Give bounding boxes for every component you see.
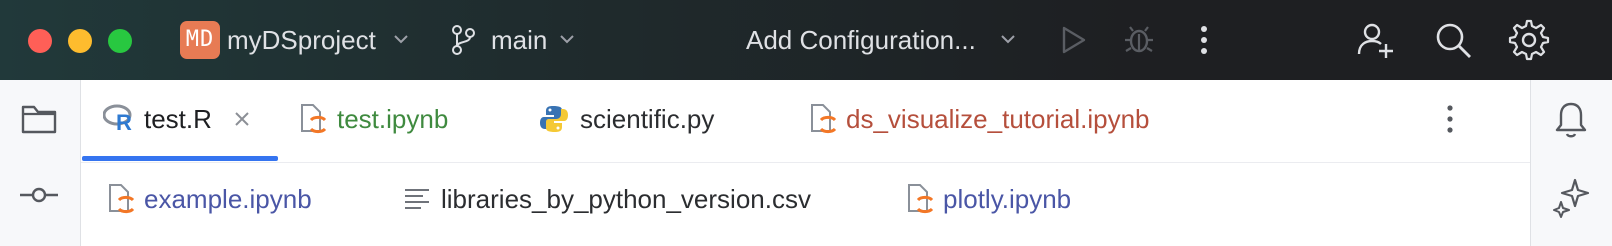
chevron-down-icon[interactable] [558,30,576,48]
settings-icon[interactable] [1508,19,1550,61]
more-vertical-icon[interactable] [1197,22,1211,58]
title-bar: MD myDSproject main Add Configuration... [0,0,1612,80]
search-icon[interactable] [1433,20,1473,60]
tab-label: scientific.py [580,104,715,134]
jupyter-file-icon [811,104,836,134]
svg-text:R: R [116,110,132,132]
close-window-button[interactable] [28,29,52,53]
editor-tabs: R test.R test.ipynb scientific.py ds_vis… [81,80,1530,246]
debug-icon[interactable] [1122,22,1156,56]
tab-label: ds_visualize_tutorial.ipynb [846,104,1150,134]
right-tool-window-bar [1530,80,1612,246]
minimize-window-button[interactable] [68,29,92,53]
tab-row-divider [81,162,1530,163]
add-user-icon[interactable] [1356,20,1396,60]
tab-label: libraries_by_python_version.csv [441,184,811,214]
text-file-icon [405,189,429,209]
project-name[interactable]: myDSproject [227,22,376,58]
tab-label: test.ipynb [337,104,449,134]
ai-assistant-icon[interactable] [1551,176,1591,218]
zoom-window-button[interactable] [108,29,132,53]
project-badge[interactable]: MD [180,21,220,59]
active-tab-indicator [82,156,278,161]
left-tool-window-bar [0,80,81,246]
python-file-icon [540,106,568,132]
branch-icon[interactable] [450,24,476,56]
run-configuration[interactable]: Add Configuration... [746,22,976,58]
notifications-icon[interactable] [1553,100,1589,140]
folder-icon[interactable] [20,102,58,136]
tab-label: test.R [144,104,212,134]
chevron-down-icon[interactable] [999,30,1017,48]
chevron-down-icon[interactable] [392,30,410,48]
commit-icon[interactable] [18,183,60,207]
tab-label: example.ipynb [144,184,312,214]
branch-name[interactable]: main [491,22,547,58]
jupyter-file-icon [908,184,933,214]
jupyter-file-icon [301,104,326,134]
close-icon[interactable] [233,110,251,128]
jupyter-file-icon [109,184,134,214]
r-file-icon: R [103,104,132,132]
more-vertical-icon[interactable] [1443,102,1457,136]
tab-label: plotly.ipynb [943,184,1072,214]
run-icon[interactable] [1058,24,1088,56]
